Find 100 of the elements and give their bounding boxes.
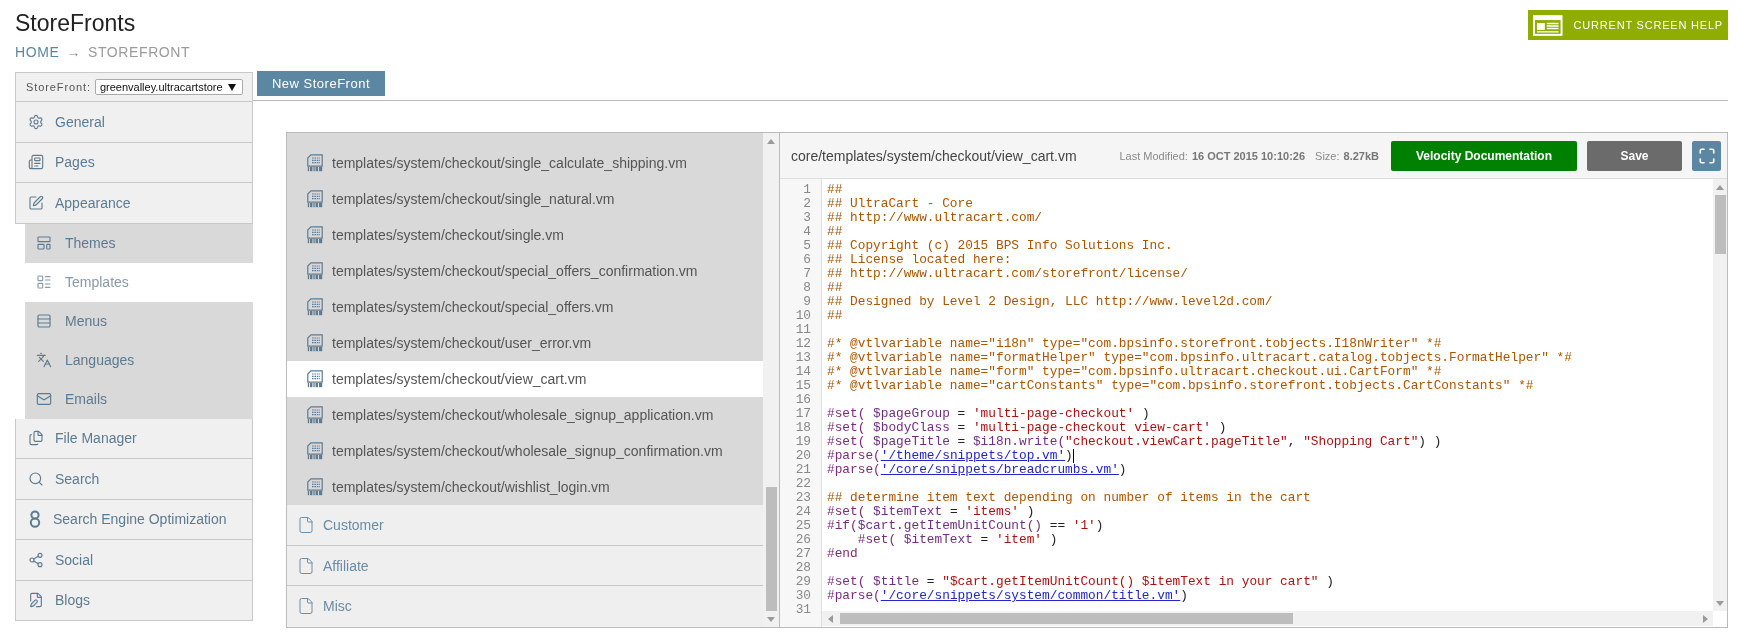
code-line: #* @vtlvariable name="i18n" type="com.bpsinfo.storefront.tobjects.I18nWriter" *#	[827, 337, 1442, 351]
code-line: ##	[827, 183, 843, 197]
sidebar-item[interactable]: Social	[15, 540, 253, 581]
line-number: 19	[795, 435, 811, 449]
storefront-select[interactable]: greenvalley.ultracartstore	[94, 79, 243, 95]
gear-icon	[28, 113, 44, 130]
code-line: ##	[827, 281, 843, 295]
line-number: 8	[803, 281, 811, 295]
size-value: 8.27kB	[1343, 149, 1379, 162]
folder-item[interactable]: Misc	[287, 585, 763, 625]
line-number: 30	[795, 589, 811, 603]
line-number: 9	[803, 295, 811, 309]
code-line: #* @vtlvariable name="cartConstants" type="com.bpsinfo.storefront.tobjects.CartConstants" *#	[827, 379, 1534, 393]
template-file-icon	[307, 442, 323, 460]
code-line: ## determine item text depending on number of items in the cart	[827, 491, 1311, 505]
last-modified-label: Last Modified:	[1119, 149, 1188, 162]
scrollbar[interactable]	[822, 611, 1713, 626]
code-link[interactable]: '/core/snippets/breadcrumbs.vm'	[880, 462, 1119, 477]
new-storefront-button[interactable]: New StoreFront	[257, 71, 385, 96]
line-number: 17	[795, 407, 811, 421]
newspaper-icon	[28, 154, 44, 171]
browser-window-icon	[1533, 14, 1563, 36]
line-number: 2	[803, 197, 811, 211]
line-number: 25	[795, 519, 811, 533]
code-line: #set( $pageTitle = $i18n.write("checkout.viewCart.pageTitle", "Shopping Cart") )	[827, 435, 1442, 449]
template-file-icon	[307, 406, 323, 424]
sidebar-item[interactable]: File Manager	[15, 418, 253, 459]
scrollbar-thumb[interactable]	[1714, 195, 1726, 254]
code-line: #set( $title = "$cart.getItemUnitCount() $itemText in your cart" )	[827, 575, 1334, 589]
documentation-button[interactable]: Velocity Documentation	[1391, 140, 1577, 171]
code-line: ## http://www.ultracart.com/storefront/license/	[827, 267, 1188, 281]
arrow-down-icon[interactable]	[1716, 600, 1724, 606]
breadcrumb-current: STOREFRONT	[88, 44, 191, 60]
line-number: 29	[795, 575, 811, 589]
line-number: 21	[795, 463, 811, 477]
document-icon	[297, 516, 315, 534]
line-number: 6	[803, 253, 811, 267]
line-number: 24	[795, 505, 811, 519]
arrow-down-icon[interactable]	[767, 616, 775, 622]
template-file-icon	[307, 262, 323, 280]
page-title: StoreFronts	[15, 10, 137, 36]
template-file-icon	[307, 478, 323, 496]
save-button[interactable]: Save	[1587, 140, 1682, 171]
scrollbar-thumb[interactable]	[840, 613, 1293, 624]
breadcrumb-link[interactable]: HOME	[15, 44, 60, 60]
code-line: #set( $pageGroup = 'multi-page-checkout' )	[827, 407, 1150, 421]
sidebar-item[interactable]: Pages	[15, 142, 253, 183]
line-number: 20	[795, 449, 811, 463]
code-line: #set( $bodyClass = 'multi-page-checkout view-cart' )	[827, 421, 1227, 435]
last-modified-value: 16 OCT 2015 10:10:26	[1191, 149, 1306, 162]
code-line: #* @vtlvariable name="form" type="com.bpsinfo.ultracart.checkout.ui.CartForm" *#	[827, 365, 1442, 379]
line-number: 12	[795, 337, 811, 351]
sidebar-item[interactable]: Menus	[25, 301, 253, 341]
template-file-icon	[307, 190, 323, 208]
files-icon	[28, 430, 44, 447]
folder-item[interactable]: Affiliate	[287, 545, 763, 585]
file-path: core/templates/system/checkout/view_cart.vm	[791, 147, 1078, 164]
line-number: 22	[795, 477, 811, 491]
line-number: 18	[795, 421, 811, 435]
line-number: 1	[803, 183, 811, 197]
arrow-up-icon[interactable]	[1716, 184, 1724, 190]
code-line: #parse('/core/snippets/system/common/title.vm')	[827, 589, 1188, 603]
code-link[interactable]: '/core/snippets/system/common/title.vm'	[880, 588, 1181, 603]
double-ring-icon	[28, 510, 42, 529]
code-line: ##	[827, 309, 843, 323]
code-line: #set( $itemText = 'item' )	[857, 533, 1058, 547]
sidebar-item[interactable]: General	[15, 102, 253, 143]
sidebar-item[interactable]: Appearance	[15, 183, 253, 224]
scrollbar[interactable]	[763, 133, 779, 627]
layout-list-icon	[36, 274, 52, 290]
sidebar-item[interactable]: Search Engine Optimization	[15, 499, 253, 540]
sidebar-item[interactable]: Languages	[25, 340, 253, 380]
sidebar-item[interactable]: Blogs	[15, 580, 253, 621]
template-file-icon	[307, 370, 323, 388]
breadcrumb-separator: →	[66, 44, 81, 60]
line-number: 26	[795, 533, 811, 547]
line-number: 10	[795, 309, 811, 323]
line-number: 27	[795, 547, 811, 561]
sidebar-item[interactable]: Emails	[25, 379, 253, 419]
help-button[interactable]: CURRENT SCREEN HELP	[1528, 10, 1728, 40]
sidebar-item[interactable]: Themes	[25, 223, 253, 263]
line-number: 7	[803, 267, 811, 281]
scrollbar-thumb[interactable]	[765, 487, 777, 611]
line-number: 11	[795, 323, 811, 337]
scrollbar[interactable]	[1713, 179, 1727, 611]
arrow-right-icon[interactable]	[1702, 614, 1708, 623]
code-line: ##	[827, 225, 843, 239]
code-link[interactable]: '/theme/snippets/top.vm'	[880, 448, 1066, 463]
cursor-icon	[1072, 449, 1074, 463]
line-number: 31	[795, 603, 811, 617]
arrow-left-icon[interactable]	[827, 614, 833, 623]
code-line: ## License located here:	[827, 253, 1012, 267]
document-icon	[297, 596, 315, 615]
line-number: 23	[795, 491, 811, 505]
folder-item[interactable]: Customer	[287, 505, 763, 545]
storefront-label: StoreFront:	[26, 81, 91, 93]
expand-button[interactable]	[1692, 140, 1721, 171]
arrow-up-icon[interactable]	[767, 138, 775, 144]
file-item[interactable]: templates/system/checkout/view_cart.vm	[287, 361, 763, 397]
sidebar-item[interactable]: Search	[15, 459, 253, 500]
